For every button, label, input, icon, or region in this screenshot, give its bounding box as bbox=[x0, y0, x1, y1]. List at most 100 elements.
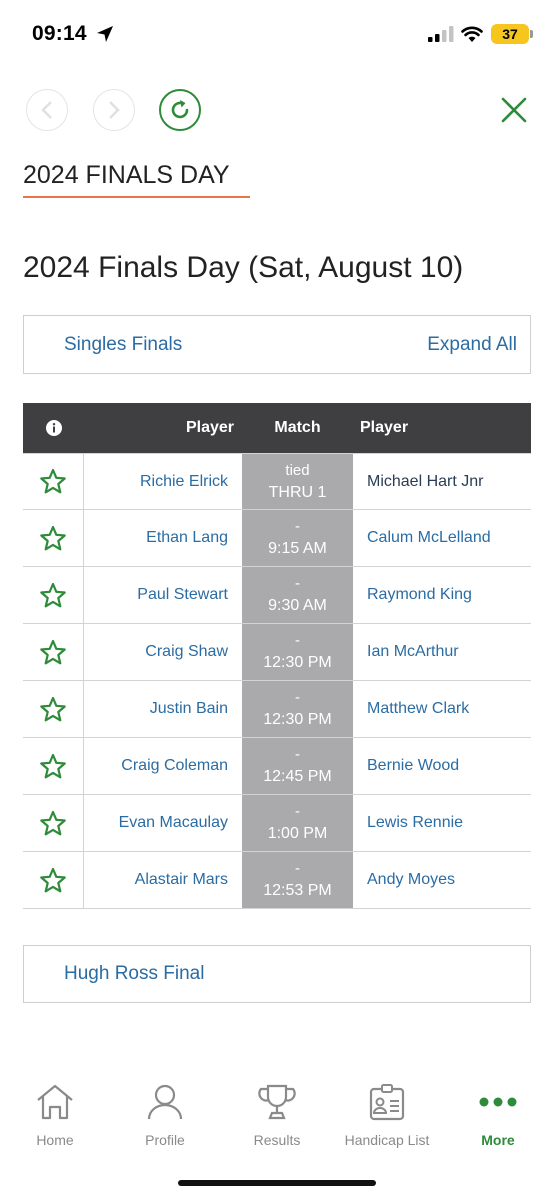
profile-icon bbox=[147, 1084, 183, 1120]
expand-all-link[interactable]: Expand All bbox=[427, 334, 517, 356]
match-status-top: - bbox=[295, 689, 300, 706]
section-heading: 2024 FINALS DAY bbox=[23, 161, 230, 189]
back-button[interactable] bbox=[26, 89, 68, 131]
player1-header: Player bbox=[185, 419, 234, 436]
forward-arrow-icon bbox=[109, 101, 120, 119]
refresh-icon bbox=[171, 100, 189, 119]
player1-name[interactable]: Paul Stewart bbox=[84, 567, 242, 623]
tab-more[interactable]: More bbox=[443, 1080, 553, 1148]
favorite-star-button[interactable] bbox=[23, 454, 84, 509]
player2-name[interactable]: Raymond King bbox=[353, 567, 531, 623]
table-row[interactable]: Richie Elrick tied THRU 1 Michael Hart Jn… bbox=[23, 453, 531, 510]
match-status-bottom: 12:30 PM bbox=[263, 654, 332, 671]
tab-results-label: Results bbox=[253, 1132, 301, 1148]
match-status[interactable]: - 9:30 AM bbox=[242, 567, 353, 623]
match-status[interactable]: - 9:15 AM bbox=[242, 510, 353, 566]
player2-name[interactable]: Lewis Rennie bbox=[353, 795, 531, 851]
player2-name[interactable]: Bernie Wood bbox=[353, 738, 531, 794]
table-row[interactable]: Craig Coleman - 12:45 PM Bernie Wood bbox=[23, 738, 531, 795]
tab-profile[interactable]: Profile bbox=[110, 1080, 220, 1148]
id-card-icon bbox=[369, 1084, 405, 1121]
match-status[interactable]: - 1:00 PM bbox=[242, 795, 353, 851]
match-status[interactable]: - 12:30 PM bbox=[242, 624, 353, 680]
star-icon bbox=[40, 810, 66, 835]
tab-home[interactable]: Home bbox=[0, 1080, 110, 1148]
favorite-star-button[interactable] bbox=[23, 510, 84, 566]
singles-finals-link[interactable]: Singles Finals bbox=[64, 334, 182, 356]
player1-name[interactable]: Craig Coleman bbox=[84, 738, 242, 794]
table-row[interactable]: Craig Shaw - 12:30 PM Ian McArthur bbox=[23, 624, 531, 681]
match-status-top: - bbox=[295, 746, 300, 763]
match-status[interactable]: tied THRU 1 bbox=[242, 454, 353, 509]
star-icon bbox=[40, 582, 66, 607]
info-icon bbox=[45, 420, 62, 436]
match-status-top: - bbox=[295, 575, 300, 592]
forward-button[interactable] bbox=[93, 89, 135, 131]
favorite-star-button[interactable] bbox=[23, 795, 84, 851]
table-row[interactable]: Ethan Lang - 9:15 AM Calum McLelland bbox=[23, 510, 531, 567]
table-row[interactable]: Justin Bain - 12:30 PM Matthew Clark bbox=[23, 681, 531, 738]
player1-name[interactable]: Justin Bain bbox=[84, 681, 242, 737]
match-status-bottom: 12:30 PM bbox=[263, 711, 332, 728]
back-arrow-icon bbox=[41, 101, 52, 119]
matches-table: Player Match Player Richie Elrick tied TH… bbox=[23, 403, 531, 909]
hugh-ross-final-panel[interactable]: Hugh Ross Final bbox=[23, 945, 531, 1003]
match-status[interactable]: - 12:30 PM bbox=[242, 681, 353, 737]
player2-name[interactable]: Ian McArthur bbox=[353, 624, 531, 680]
player2-header: Player bbox=[360, 419, 409, 436]
status-time: 09:14 bbox=[32, 22, 87, 45]
star-icon bbox=[40, 525, 66, 550]
player1-name[interactable]: Ethan Lang bbox=[84, 510, 242, 566]
favorite-star-button[interactable] bbox=[23, 681, 84, 737]
home-icon bbox=[37, 1084, 73, 1120]
favorite-star-button[interactable] bbox=[23, 852, 84, 908]
tab-home-label: Home bbox=[36, 1132, 74, 1148]
player1-name[interactable]: Craig Shaw bbox=[84, 624, 242, 680]
more-dots-icon bbox=[479, 1097, 517, 1107]
tab-more-label: More bbox=[481, 1132, 515, 1148]
wifi-icon bbox=[461, 26, 483, 42]
hugh-ross-final-link[interactable]: Hugh Ross Final bbox=[64, 963, 204, 985]
status-bar: 09:14 37 bbox=[0, 0, 554, 66]
table-body: Richie Elrick tied THRU 1 Michael Hart Jn… bbox=[23, 453, 531, 909]
singles-finals-panel: Singles Finals Expand All bbox=[23, 315, 531, 374]
star-icon bbox=[40, 639, 66, 664]
star-icon bbox=[40, 867, 66, 892]
favorite-star-button[interactable] bbox=[23, 738, 84, 794]
player2-name[interactable]: Andy Moyes bbox=[353, 852, 531, 908]
tab-handicap-list[interactable]: Handicap List bbox=[332, 1080, 442, 1148]
trophy-icon bbox=[258, 1084, 296, 1120]
match-status[interactable]: - 12:45 PM bbox=[242, 738, 353, 794]
match-status-top: tied bbox=[285, 461, 310, 479]
tab-results[interactable]: Results bbox=[222, 1080, 332, 1148]
table-row[interactable]: Paul Stewart - 9:30 AM Raymond King bbox=[23, 567, 531, 624]
home-indicator[interactable] bbox=[178, 1180, 376, 1186]
player2-name[interactable]: Michael Hart Jnr bbox=[353, 454, 531, 509]
battery-level: 37 bbox=[502, 26, 518, 42]
match-status-bottom: 9:30 AM bbox=[268, 597, 327, 614]
page-title: 2024 Finals Day (Sat, August 10) bbox=[23, 251, 464, 284]
match-header: Match bbox=[242, 403, 353, 453]
match-status-bottom: 12:53 PM bbox=[263, 882, 332, 899]
player2-name[interactable]: Calum McLelland bbox=[353, 510, 531, 566]
tab-handicap-list-label: Handicap List bbox=[344, 1132, 430, 1148]
match-status-bottom: 1:00 PM bbox=[267, 825, 328, 842]
player1-name[interactable]: Richie Elrick bbox=[84, 454, 242, 509]
match-status[interactable]: - 12:53 PM bbox=[242, 852, 353, 908]
star-icon bbox=[40, 753, 66, 778]
match-status-top: - bbox=[295, 518, 300, 535]
table-row[interactable]: Evan Macaulay - 1:00 PM Lewis Rennie bbox=[23, 795, 531, 852]
player1-name[interactable]: Evan Macaulay bbox=[84, 795, 242, 851]
favorite-star-button[interactable] bbox=[23, 624, 84, 680]
table-row[interactable]: Alastair Mars - 12:53 PM Andy Moyes bbox=[23, 852, 531, 909]
bottom-tab-bar: Home Profile Results Handicap List More bbox=[0, 1080, 554, 1160]
favorite-star-button[interactable] bbox=[23, 567, 84, 623]
refresh-button[interactable] bbox=[159, 89, 201, 131]
close-button[interactable] bbox=[496, 92, 532, 128]
player2-name[interactable]: Matthew Clark bbox=[353, 681, 531, 737]
player1-name[interactable]: Alastair Mars bbox=[84, 852, 242, 908]
match-status-top: - bbox=[295, 803, 300, 820]
info-header-cell[interactable] bbox=[23, 420, 84, 436]
battery-cap bbox=[530, 30, 533, 38]
star-icon bbox=[40, 468, 66, 494]
